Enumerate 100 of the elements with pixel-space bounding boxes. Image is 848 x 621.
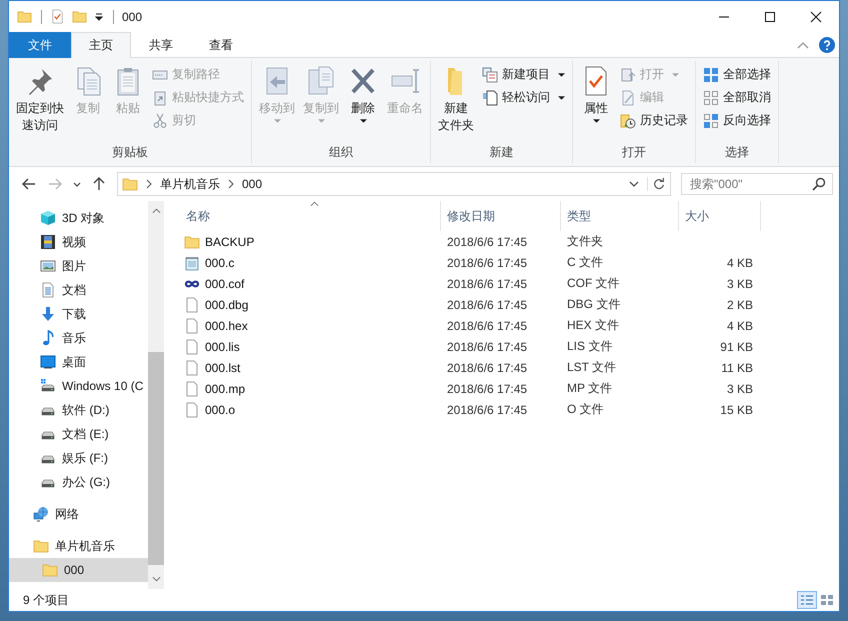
close-icon bbox=[810, 10, 822, 22]
sidebar-item[interactable]: 单片机音乐 bbox=[9, 534, 148, 558]
ribbon-button[interactable]: 全部取消 bbox=[700, 87, 774, 108]
help-icon[interactable] bbox=[819, 36, 835, 52]
sidebar-item[interactable]: 3D 对象 bbox=[9, 206, 148, 230]
scissors-icon bbox=[152, 112, 168, 128]
column-header[interactable]: 名称 bbox=[180, 201, 441, 231]
table-cell: 15 KB bbox=[720, 402, 753, 416]
search-field[interactable]: 搜索"000" bbox=[681, 173, 833, 195]
file-name[interactable]: 000.lis bbox=[180, 338, 441, 354]
table-cell-text: 2018/6/6 17:45 bbox=[446, 340, 528, 354]
table-cell-text: MP 文件 bbox=[566, 380, 614, 397]
table-cell-text: LST 文件 bbox=[566, 359, 618, 376]
ribbon-button[interactable]: 删除 bbox=[344, 63, 382, 125]
select-all-icon bbox=[703, 66, 719, 82]
sidebar-item[interactable]: Windows 10 (C bbox=[9, 374, 148, 398]
group-label: 剪贴板 bbox=[112, 144, 148, 161]
open-icon bbox=[620, 66, 636, 82]
drive-icon bbox=[40, 378, 56, 394]
address-bar[interactable]: 单片机音乐 000 bbox=[117, 172, 671, 196]
notepad-icon bbox=[184, 254, 200, 270]
table-cell: 91 KB bbox=[720, 340, 753, 354]
sidebar-item[interactable]: 000 bbox=[9, 558, 148, 582]
table-cell-text: LIS 文件 bbox=[566, 338, 614, 355]
sidebar-item[interactable]: 办公 (G:) bbox=[9, 470, 148, 494]
table-cell-text: 2018/6/6 17:45 bbox=[446, 298, 528, 312]
table-cell: 4 KB bbox=[726, 256, 753, 270]
ribbon-button[interactable]: 新建 文件夹 bbox=[435, 63, 477, 136]
ribbon-button[interactable]: 属性 bbox=[577, 63, 615, 125]
group-label: 新建 bbox=[490, 144, 514, 161]
ribbon-button[interactable]: 固定到快 速访问 bbox=[13, 63, 67, 136]
window-title: 000 bbox=[122, 10, 142, 24]
ribbon-tab[interactable]: 主页 bbox=[71, 32, 131, 58]
folder-icon bbox=[42, 562, 58, 578]
breadcrumb[interactable]: 单片机音乐 bbox=[160, 176, 220, 192]
ribbon-tab[interactable]: 查看 bbox=[191, 32, 251, 58]
column-header[interactable]: 类型 bbox=[561, 201, 679, 231]
file-name[interactable]: 000.cof bbox=[180, 276, 441, 292]
ribbon-button[interactable]: 新建项目 bbox=[479, 64, 568, 85]
ribbon-button[interactable]: 轻松访问 bbox=[479, 87, 568, 108]
ribbon-button[interactable]: 反向选择 bbox=[700, 110, 774, 131]
customize-toolbar-icon[interactable] bbox=[94, 12, 104, 22]
ribbon-button[interactable]: 历史记录 bbox=[617, 110, 691, 131]
folder-icon bbox=[184, 234, 200, 250]
sidebar-item[interactable]: 软件 (D:) bbox=[9, 398, 148, 422]
sidebar-item[interactable]: 音乐 bbox=[9, 326, 148, 350]
folder-icon bbox=[33, 538, 49, 554]
file-name[interactable]: 000.dbg bbox=[180, 296, 441, 312]
file-name[interactable]: 000.o bbox=[180, 402, 441, 418]
file-name[interactable]: BACKUP bbox=[180, 234, 441, 250]
sidebar-item[interactable]: 下载 bbox=[9, 302, 148, 326]
file-icon bbox=[184, 338, 200, 354]
table-cell-text: 2018/6/6 17:45 bbox=[446, 318, 528, 332]
ribbon-tab[interactable]: 文件 bbox=[9, 32, 71, 58]
sidebar-item[interactable]: 图片 bbox=[9, 254, 148, 278]
table-cell-text: 2018/6/6 17:45 bbox=[446, 234, 528, 248]
page-icon bbox=[482, 90, 498, 106]
scroll-down-icon[interactable] bbox=[152, 576, 160, 582]
details-view-button[interactable] bbox=[797, 591, 817, 609]
music-note-icon bbox=[40, 330, 56, 346]
file-name[interactable]: 000.hex bbox=[180, 318, 441, 334]
document-icon bbox=[40, 282, 56, 298]
sidebar-item[interactable]: 桌面 bbox=[9, 350, 148, 374]
ribbon-button[interactable]: 全部选择 bbox=[700, 64, 774, 85]
ribbon-tab[interactable]: 共享 bbox=[131, 32, 191, 58]
sidebar-item[interactable]: 文档 (E:) bbox=[9, 422, 148, 446]
sidebar-item[interactable]: 视频 bbox=[9, 230, 148, 254]
column-header[interactable]: 大小 bbox=[679, 201, 761, 231]
table-cell: 3 KB bbox=[726, 276, 753, 290]
sidebar-item[interactable]: 文档 bbox=[9, 278, 148, 302]
arrow-icon bbox=[21, 176, 37, 192]
check-page-icon[interactable] bbox=[50, 8, 65, 25]
dropdown-icon[interactable] bbox=[629, 181, 639, 187]
breadcrumb[interactable]: 000 bbox=[242, 177, 262, 191]
sidebar-item[interactable]: 娱乐 (F:) bbox=[9, 446, 148, 470]
column-header[interactable]: 修改日期 bbox=[441, 201, 561, 231]
shortcut-icon bbox=[152, 90, 168, 106]
table-cell-text: HEX 文件 bbox=[566, 317, 620, 334]
file-name[interactable]: 000.c bbox=[180, 254, 441, 270]
file-icon bbox=[184, 296, 200, 312]
table-cell-text: DBG 文件 bbox=[566, 296, 622, 313]
file-name[interactable]: 000.mp bbox=[180, 380, 441, 396]
sidebar-item[interactable]: 网络 bbox=[9, 502, 148, 526]
arrow-icon bbox=[91, 176, 107, 192]
network-icon bbox=[33, 506, 49, 522]
grid-icon bbox=[820, 594, 834, 606]
picture-icon bbox=[40, 258, 56, 274]
table-cell-text: 2018/6/6 17:45 bbox=[446, 256, 528, 270]
refresh-icon[interactable] bbox=[647, 177, 666, 191]
invert-selection-icon bbox=[703, 112, 719, 128]
cube-icon bbox=[40, 210, 56, 226]
maximize-icon bbox=[764, 10, 776, 22]
history-icon bbox=[620, 112, 636, 128]
table-cell-text: O 文件 bbox=[566, 401, 605, 418]
scrollbar[interactable] bbox=[148, 201, 164, 589]
file-name[interactable]: 000.lst bbox=[180, 360, 441, 376]
item-count: 9 个项目 bbox=[23, 592, 70, 608]
collapse-ribbon-icon[interactable] bbox=[797, 40, 809, 48]
arrow-icon bbox=[47, 176, 63, 192]
scroll-up-icon[interactable] bbox=[152, 208, 160, 214]
